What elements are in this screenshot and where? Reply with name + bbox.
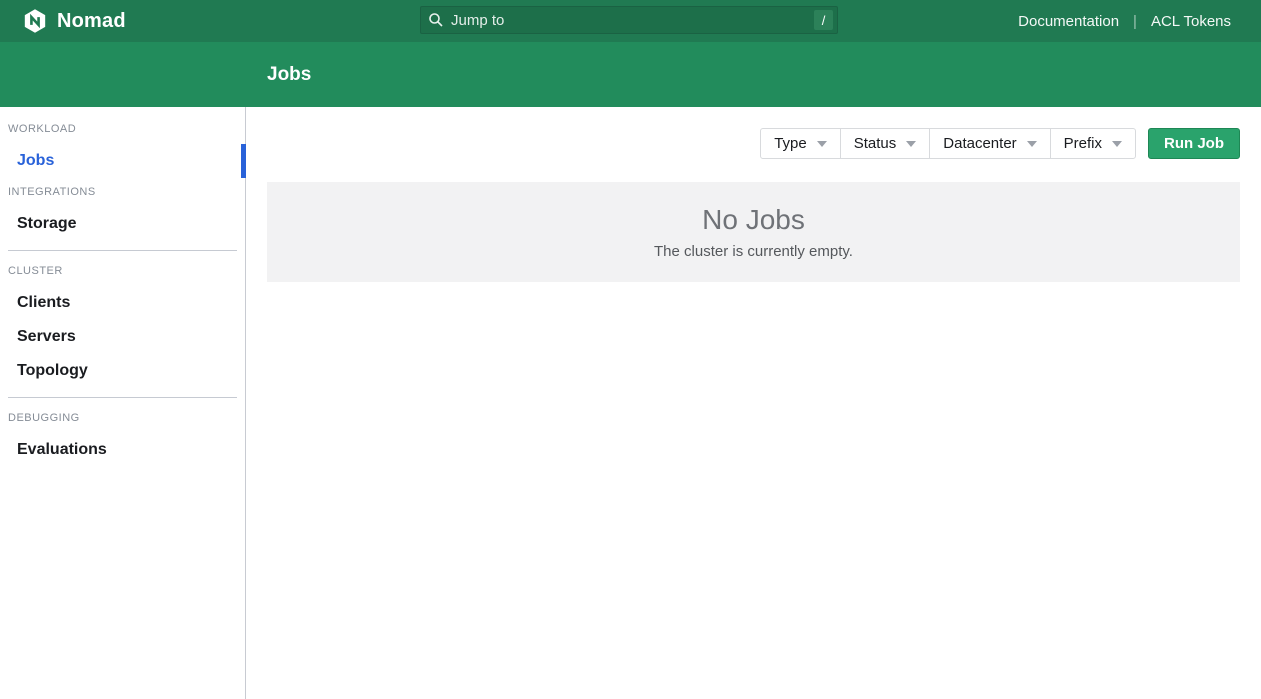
nomad-logo-icon bbox=[22, 8, 48, 34]
filter-datacenter-dropdown[interactable]: Datacenter bbox=[929, 128, 1050, 159]
search-input[interactable] bbox=[420, 6, 838, 34]
top-nav-bar: Nomad / Documentation | ACL Tokens bbox=[0, 0, 1261, 42]
acl-tokens-link[interactable]: ACL Tokens bbox=[1151, 13, 1231, 30]
jump-to-search: / bbox=[420, 6, 838, 34]
topbar-links: Documentation | ACL Tokens bbox=[1018, 13, 1261, 30]
sidebar-item-storage[interactable]: Storage bbox=[0, 215, 245, 233]
sidebar-item-servers[interactable]: Servers bbox=[0, 328, 245, 346]
sidebar-item-jobs[interactable]: Jobs bbox=[0, 152, 245, 170]
filter-status-dropdown[interactable]: Status bbox=[840, 128, 931, 159]
sidebar-item-topology[interactable]: Topology bbox=[0, 362, 245, 380]
documentation-link[interactable]: Documentation bbox=[1018, 13, 1119, 30]
chevron-down-icon bbox=[817, 141, 827, 147]
nomad-brand[interactable]: Nomad bbox=[0, 8, 126, 34]
page-body: WORKLOAD Jobs INTEGRATIONS Storage CLUST… bbox=[0, 107, 1261, 699]
filter-group: Type Status Datacenter Prefix bbox=[760, 128, 1136, 159]
sidebar-divider bbox=[8, 250, 237, 251]
sidebar-divider bbox=[8, 397, 237, 398]
main-content: Type Status Datacenter Prefix Run Job bbox=[246, 107, 1261, 699]
chevron-down-icon bbox=[1027, 141, 1037, 147]
search-icon bbox=[428, 12, 444, 28]
filter-type-label: Type bbox=[774, 135, 807, 152]
filter-type-dropdown[interactable]: Type bbox=[760, 128, 841, 159]
page-title: Jobs bbox=[267, 64, 311, 86]
section-label-workload: WORKLOAD bbox=[8, 123, 245, 135]
sidebar-item-evaluations[interactable]: Evaluations bbox=[0, 441, 245, 459]
jobs-toolbar: Type Status Datacenter Prefix Run Job bbox=[267, 128, 1240, 159]
run-job-button[interactable]: Run Job bbox=[1148, 128, 1240, 159]
empty-state-message: The cluster is currently empty. bbox=[654, 243, 853, 260]
chevron-down-icon bbox=[906, 141, 916, 147]
section-label-debugging: DEBUGGING bbox=[8, 412, 245, 424]
filter-prefix-dropdown[interactable]: Prefix bbox=[1050, 128, 1136, 159]
links-divider: | bbox=[1133, 13, 1137, 30]
sidebar: WORKLOAD Jobs INTEGRATIONS Storage CLUST… bbox=[0, 107, 246, 699]
chevron-down-icon bbox=[1112, 141, 1122, 147]
brand-name: Nomad bbox=[57, 10, 126, 33]
filter-datacenter-label: Datacenter bbox=[943, 135, 1016, 152]
filter-prefix-label: Prefix bbox=[1064, 135, 1102, 152]
sidebar-item-clients[interactable]: Clients bbox=[0, 294, 245, 312]
page-header: Jobs bbox=[0, 42, 1261, 107]
filter-status-label: Status bbox=[854, 135, 897, 152]
empty-state-title: No Jobs bbox=[702, 204, 805, 236]
empty-state: No Jobs The cluster is currently empty. bbox=[267, 182, 1240, 282]
section-label-cluster: CLUSTER bbox=[8, 265, 245, 277]
search-shortcut-key: / bbox=[814, 10, 833, 30]
section-label-integrations: INTEGRATIONS bbox=[8, 186, 245, 198]
